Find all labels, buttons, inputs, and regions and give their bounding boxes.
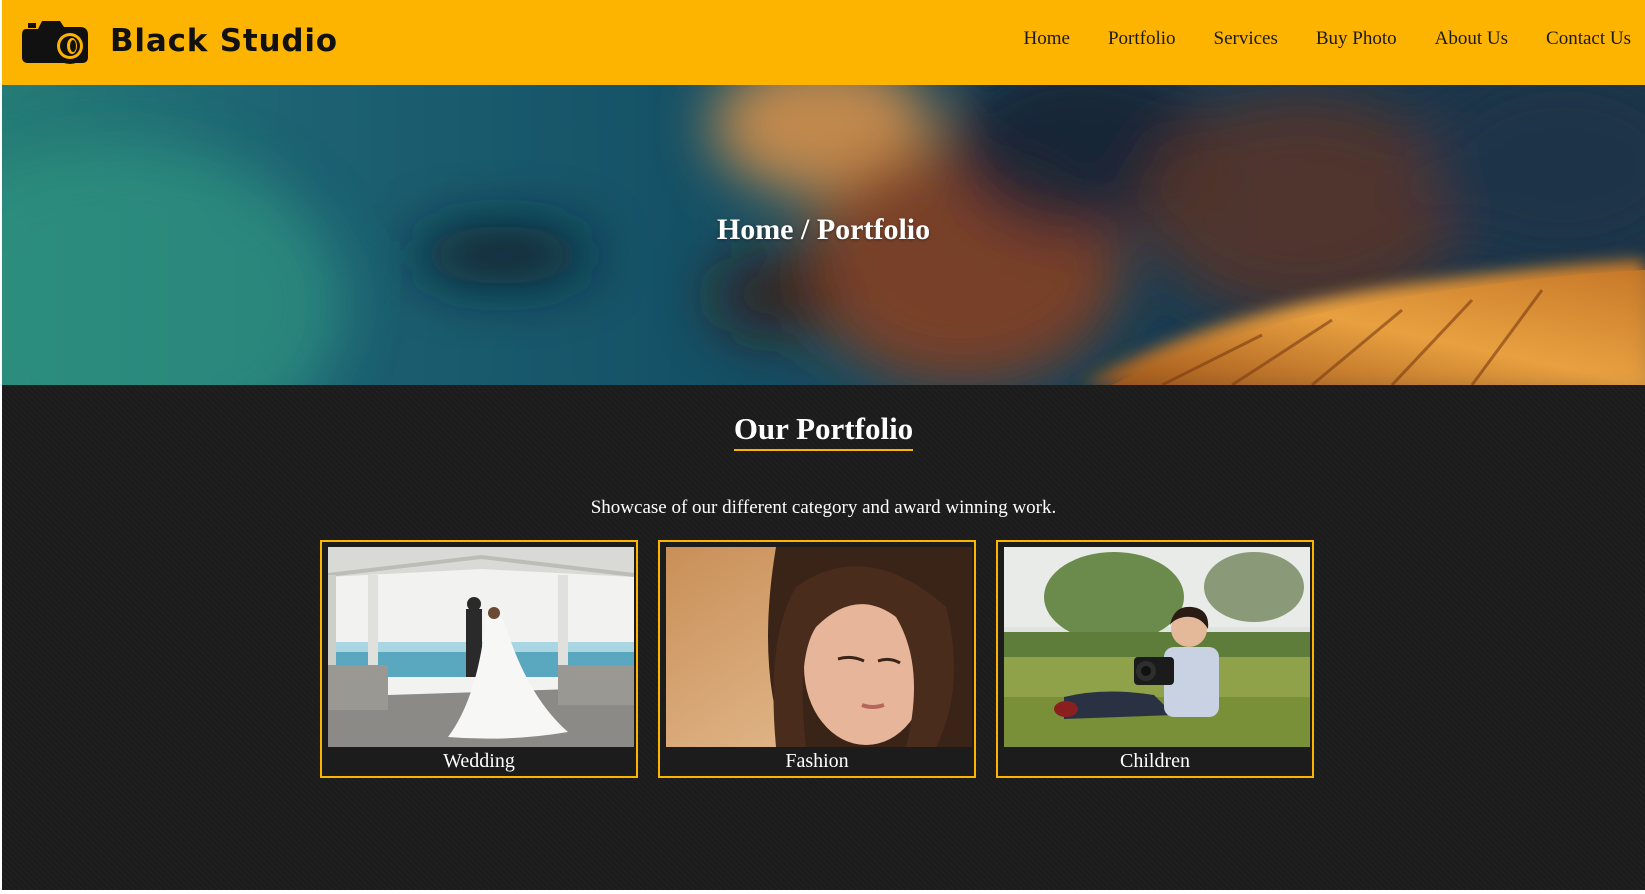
fashion-image <box>666 547 972 747</box>
children-image <box>1004 547 1310 747</box>
nav-buy-photo[interactable]: Buy Photo <box>1297 28 1416 50</box>
page: Black Studio Home Portfolio Services Buy… <box>2 0 1645 894</box>
card-label-fashion: Fashion <box>785 750 849 772</box>
camera-icon <box>18 15 98 67</box>
nav-home[interactable]: Home <box>1005 28 1089 50</box>
portfolio-card-wedding[interactable]: Wedding <box>320 540 638 778</box>
site-header: Black Studio Home Portfolio Services Buy… <box>2 0 1645 85</box>
logo[interactable]: Black Studio <box>18 10 338 72</box>
breadcrumb: Home / Portfolio <box>716 213 931 246</box>
nav-portfolio[interactable]: Portfolio <box>1089 28 1195 50</box>
card-label-children: Children <box>1120 750 1190 772</box>
portfolio-card-children[interactable]: Children <box>996 540 1314 778</box>
portfolio-card-fashion[interactable]: Fashion <box>658 540 976 778</box>
nav-about-us[interactable]: About Us <box>1416 28 1527 50</box>
hero-banner: Home / Portfolio <box>2 85 1645 385</box>
section-title-wrap: Our Portfolio <box>2 411 1645 451</box>
nav-contact-us[interactable]: Contact Us <box>1527 28 1631 50</box>
portfolio-section: Our Portfolio Showcase of our different … <box>2 385 1645 894</box>
section-title: Our Portfolio <box>733 411 914 451</box>
brand-name: Black Studio <box>110 23 338 59</box>
portfolio-cards: Wedding Fashion Children <box>320 540 1314 778</box>
section-description: Showcase of our different category and a… <box>590 497 1057 518</box>
card-label-wedding: Wedding <box>443 750 515 772</box>
main-nav: Home Portfolio Services Buy Photo About … <box>1005 28 1632 50</box>
bottom-strip <box>2 890 1645 894</box>
nav-services[interactable]: Services <box>1195 28 1297 50</box>
wedding-image <box>328 547 634 747</box>
